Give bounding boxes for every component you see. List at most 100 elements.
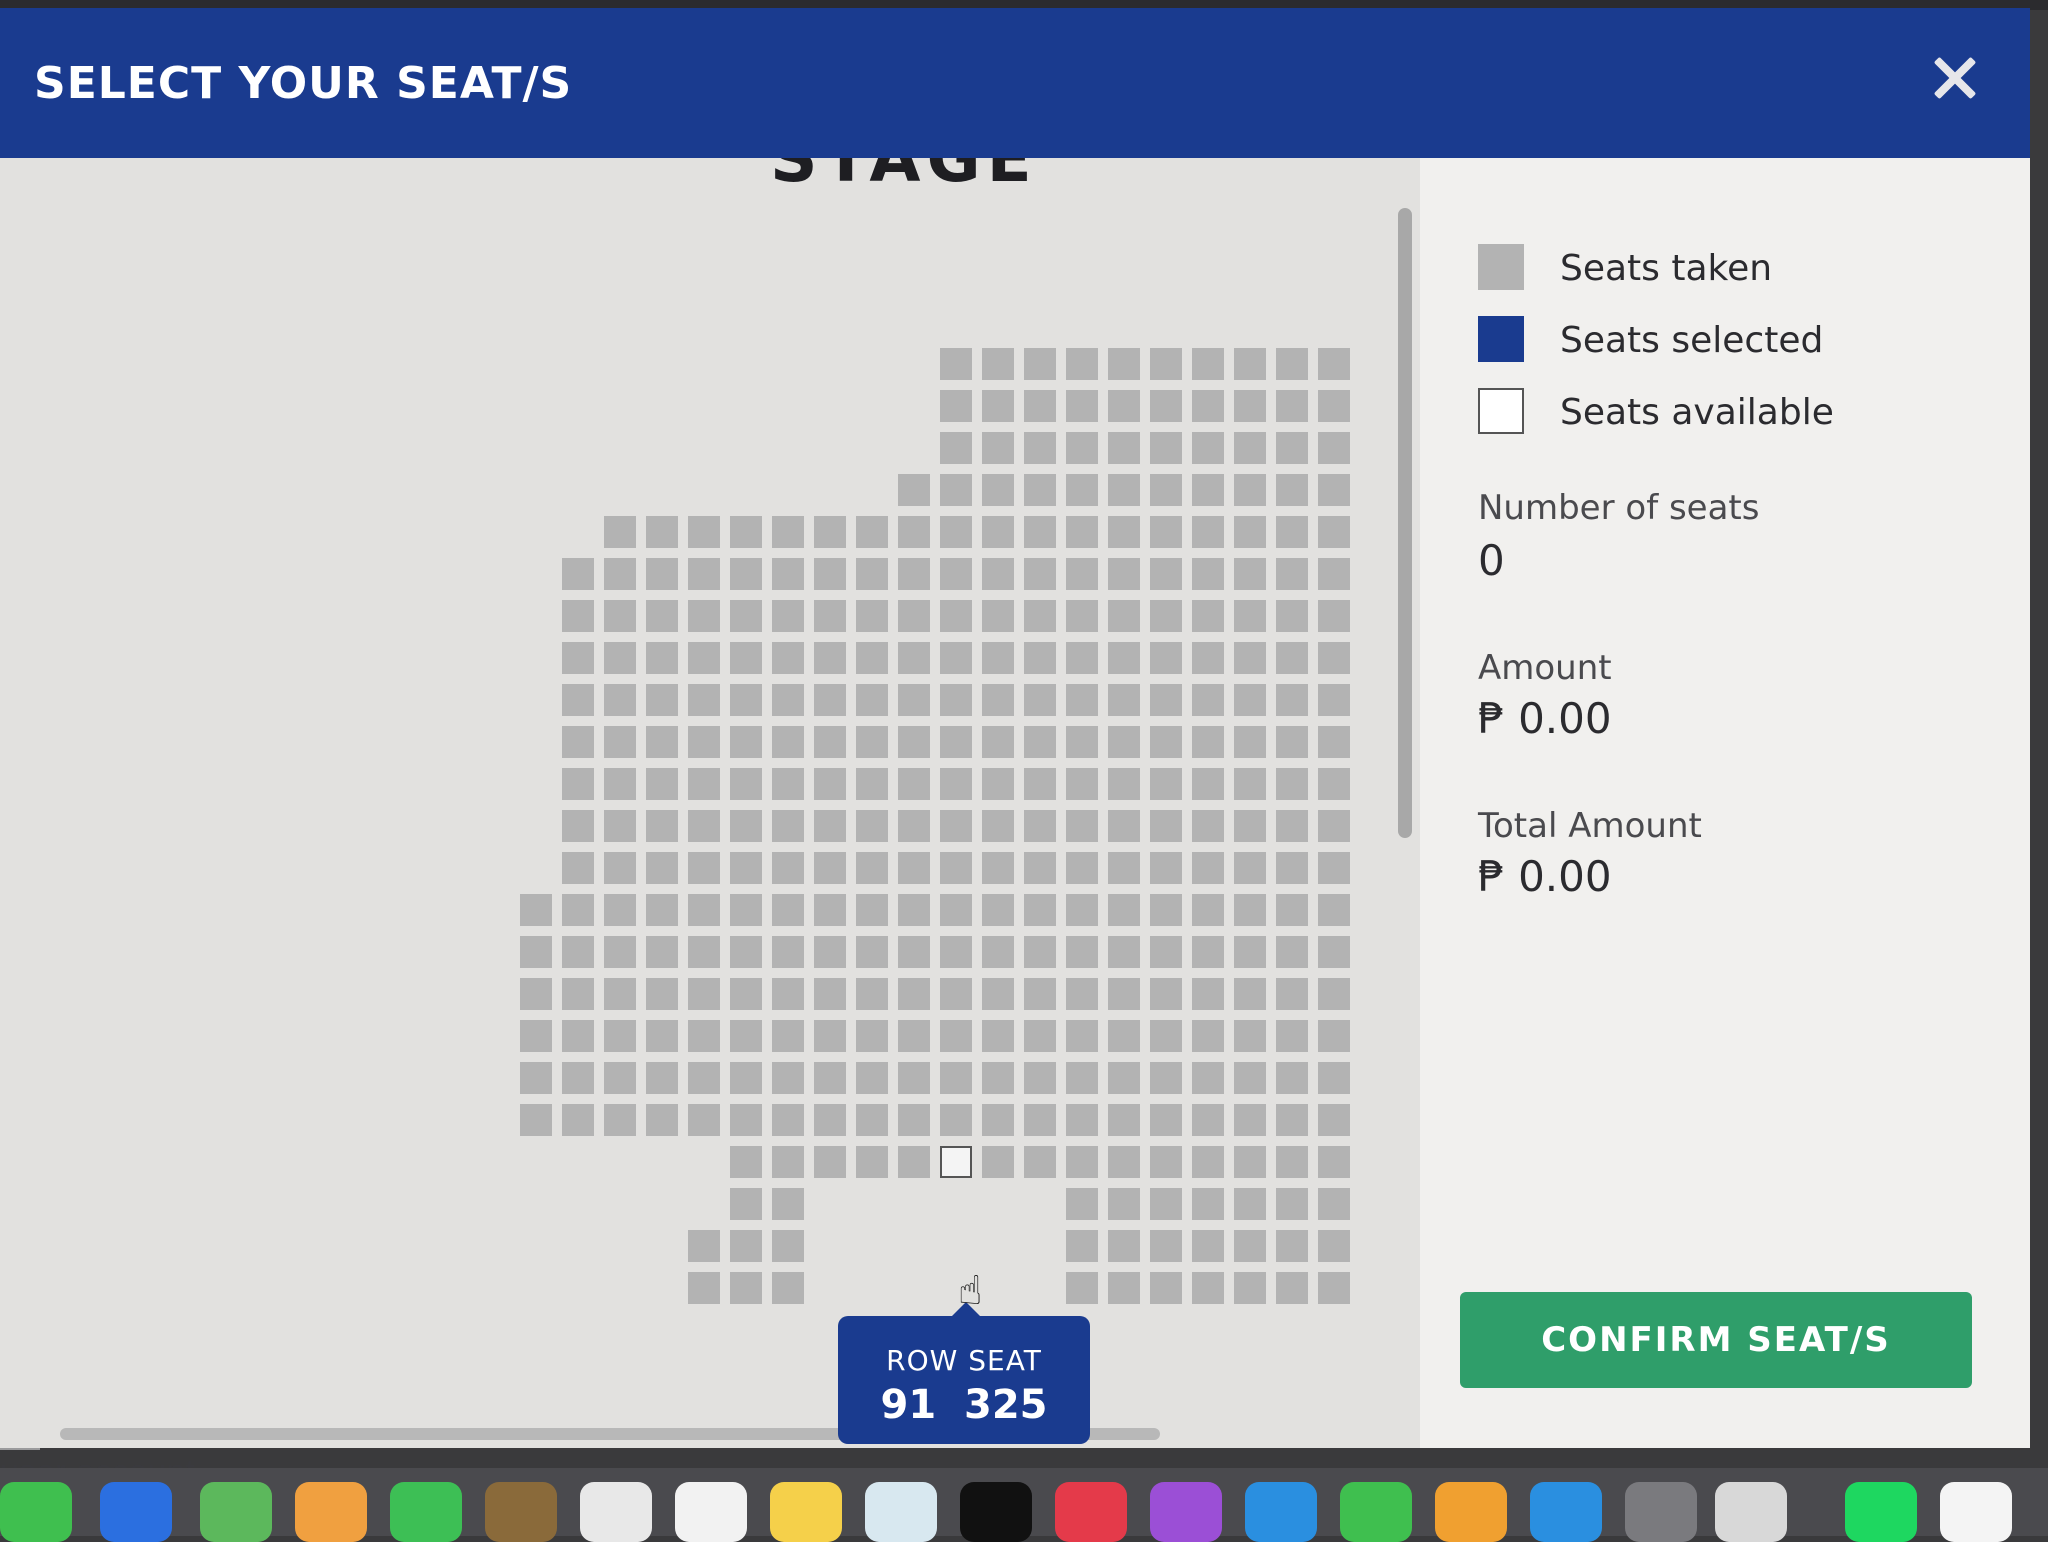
contacts-icon[interactable] — [485, 1482, 557, 1542]
seat[interactable] — [562, 726, 594, 758]
seat[interactable] — [1066, 768, 1098, 800]
seat[interactable] — [940, 642, 972, 674]
seat[interactable] — [982, 684, 1014, 716]
keynote-icon[interactable] — [1245, 1482, 1317, 1542]
seat[interactable] — [814, 978, 846, 1010]
seat[interactable] — [1234, 1146, 1266, 1178]
seat[interactable] — [562, 1062, 594, 1094]
seat[interactable] — [982, 642, 1014, 674]
seat[interactable] — [982, 978, 1014, 1010]
vertical-scrollbar[interactable] — [1398, 208, 1412, 838]
seat[interactable] — [1108, 852, 1140, 884]
seat[interactable] — [1192, 390, 1224, 422]
reminders-icon[interactable] — [675, 1482, 747, 1542]
seat[interactable] — [814, 684, 846, 716]
seat[interactable] — [1150, 768, 1182, 800]
seat[interactable] — [1318, 432, 1350, 464]
seat[interactable] — [1108, 1230, 1140, 1262]
seat[interactable] — [772, 852, 804, 884]
maps-icon[interactable] — [200, 1482, 272, 1542]
seat[interactable] — [940, 600, 972, 632]
seat[interactable] — [1234, 1104, 1266, 1136]
seat[interactable] — [1066, 642, 1098, 674]
seat[interactable] — [1318, 1062, 1350, 1094]
seat[interactable] — [1318, 894, 1350, 926]
seat[interactable] — [646, 978, 678, 1010]
seat[interactable] — [688, 1272, 720, 1304]
seat[interactable] — [1024, 516, 1056, 548]
seat[interactable] — [1192, 1230, 1224, 1262]
seat[interactable] — [898, 600, 930, 632]
seat[interactable] — [730, 1230, 762, 1262]
seat[interactable] — [1024, 810, 1056, 842]
seat[interactable] — [1108, 768, 1140, 800]
seat[interactable] — [1108, 474, 1140, 506]
seat[interactable] — [646, 1020, 678, 1052]
seat[interactable] — [1234, 642, 1266, 674]
seat[interactable] — [646, 894, 678, 926]
seat[interactable] — [1066, 810, 1098, 842]
seat[interactable] — [1276, 768, 1308, 800]
seat[interactable] — [604, 1104, 636, 1136]
seat[interactable] — [1318, 1230, 1350, 1262]
seat[interactable] — [898, 810, 930, 842]
seat[interactable] — [1234, 852, 1266, 884]
seat[interactable] — [1276, 474, 1308, 506]
seat[interactable] — [1234, 978, 1266, 1010]
seat[interactable] — [940, 768, 972, 800]
seat[interactable] — [940, 1104, 972, 1136]
calendar-icon[interactable] — [580, 1482, 652, 1542]
seat[interactable] — [730, 768, 762, 800]
seat[interactable] — [1150, 558, 1182, 590]
seat[interactable] — [814, 936, 846, 968]
seat[interactable] — [1192, 348, 1224, 380]
seat[interactable] — [1024, 894, 1056, 926]
seat[interactable] — [856, 558, 888, 590]
seat[interactable] — [646, 936, 678, 968]
seat[interactable] — [730, 558, 762, 590]
seat[interactable] — [730, 810, 762, 842]
seat[interactable] — [1276, 600, 1308, 632]
seat[interactable] — [520, 894, 552, 926]
seat[interactable] — [982, 390, 1014, 422]
seat[interactable] — [898, 936, 930, 968]
seat[interactable] — [982, 810, 1014, 842]
seat[interactable] — [604, 684, 636, 716]
seat[interactable] — [772, 684, 804, 716]
seat[interactable] — [1150, 726, 1182, 758]
seat[interactable] — [1024, 1020, 1056, 1052]
seat[interactable] — [1234, 768, 1266, 800]
seat[interactable] — [562, 852, 594, 884]
seat[interactable] — [940, 348, 972, 380]
seat[interactable] — [1234, 474, 1266, 506]
seat[interactable] — [646, 1062, 678, 1094]
seat[interactable] — [1192, 1188, 1224, 1220]
seat[interactable] — [1150, 390, 1182, 422]
seat[interactable] — [1318, 684, 1350, 716]
seat[interactable] — [1024, 558, 1056, 590]
seat[interactable] — [1192, 1062, 1224, 1094]
seat[interactable] — [1276, 1146, 1308, 1178]
seat[interactable] — [814, 768, 846, 800]
seat[interactable] — [688, 978, 720, 1010]
seat[interactable] — [1192, 684, 1224, 716]
seat[interactable] — [688, 852, 720, 884]
system-preferences-icon[interactable] — [1625, 1482, 1697, 1542]
seat[interactable] — [688, 726, 720, 758]
seat[interactable] — [1066, 600, 1098, 632]
seat[interactable] — [1234, 1272, 1266, 1304]
seat[interactable] — [562, 684, 594, 716]
seat[interactable] — [1276, 1020, 1308, 1052]
seat[interactable] — [1150, 516, 1182, 548]
seat[interactable] — [1276, 726, 1308, 758]
seat[interactable] — [772, 558, 804, 590]
seat[interactable] — [982, 852, 1014, 884]
seat[interactable] — [1192, 516, 1224, 548]
seat[interactable] — [1108, 684, 1140, 716]
seat[interactable] — [562, 1104, 594, 1136]
seat[interactable] — [1192, 978, 1224, 1010]
seat[interactable] — [688, 1104, 720, 1136]
seat[interactable] — [730, 1062, 762, 1094]
seat[interactable] — [1234, 1188, 1266, 1220]
seat[interactable] — [856, 810, 888, 842]
